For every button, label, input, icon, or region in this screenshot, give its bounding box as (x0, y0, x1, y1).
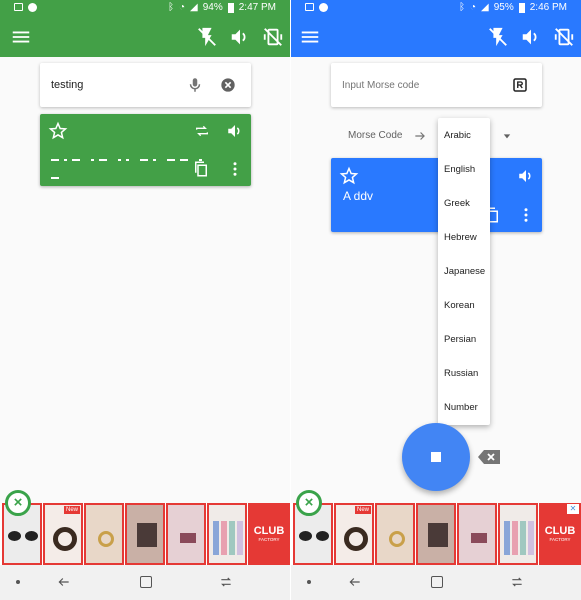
vibrate-off-icon[interactable] (262, 26, 284, 48)
flash-off-icon[interactable] (487, 26, 509, 48)
new-badge: New (354, 506, 371, 514)
speaker-icon[interactable] (517, 167, 535, 185)
clock: 2:47 PM (238, 2, 276, 13)
more-options-icon[interactable] (517, 206, 535, 224)
ad-product-ring[interactable] (375, 503, 415, 565)
image-icon (14, 3, 23, 11)
output-card: A ddv (331, 158, 542, 232)
menu-item-persian[interactable]: Persian (444, 323, 490, 357)
star-icon[interactable] (339, 166, 359, 186)
ad-product-clothes[interactable] (498, 503, 538, 565)
translation-output: A ddv (343, 189, 374, 203)
ad-product-bracelet[interactable]: New (43, 503, 83, 565)
ad-product-watch[interactable] (125, 503, 165, 565)
stop-icon (431, 452, 441, 462)
microphone-icon[interactable] (186, 76, 204, 94)
clock: 2:46 PM (529, 2, 567, 13)
signal-icon: ◢ (190, 2, 198, 13)
nav-bar (0, 565, 290, 600)
ad-product-jewelry[interactable] (166, 503, 206, 565)
nav-dot-icon[interactable] (16, 580, 20, 584)
ad-close-icon[interactable]: × (5, 490, 31, 516)
status-bar: ᛒ ◔ ◢ 94% 2:47 PM (0, 0, 290, 17)
clear-icon[interactable] (220, 77, 236, 93)
flash-off-icon[interactable] (196, 26, 218, 48)
morse-keyboard-icon[interactable] (511, 76, 529, 94)
menu-icon[interactable] (299, 26, 321, 48)
copy-icon[interactable] (192, 160, 210, 178)
battery-percent: 95% (493, 2, 514, 13)
input-card[interactable] (331, 63, 542, 107)
source-language[interactable]: Morse Code (348, 130, 402, 141)
status-bar: ᛒ ◔ ◢ 95% 2:46 PM (291, 0, 581, 17)
back-icon[interactable] (348, 575, 362, 589)
club-factory-logo[interactable]: CLUB FACTORY (248, 503, 290, 565)
wifi-icon: ◔ (178, 2, 186, 13)
wifi-icon: ◔ (469, 2, 477, 13)
battery-icon (518, 2, 525, 13)
home-icon[interactable] (431, 576, 443, 588)
output-card (40, 114, 251, 186)
recents-icon[interactable] (510, 575, 524, 589)
ad-product-bracelet[interactable]: New (334, 503, 374, 565)
star-icon[interactable] (48, 121, 68, 141)
battery-percent: 94% (202, 2, 223, 13)
notification-icon (319, 3, 328, 12)
menu-item-number[interactable]: Number (444, 391, 490, 425)
ad-x-icon[interactable]: ✕ (567, 504, 579, 514)
volume-icon[interactable] (229, 26, 251, 48)
app-bar (0, 17, 290, 57)
nav-dot-icon[interactable] (307, 580, 311, 584)
menu-item-russian[interactable]: Russian (444, 357, 490, 391)
backspace-icon[interactable] (477, 449, 501, 465)
bluetooth-icon: ᛒ (167, 2, 174, 13)
battery-icon (227, 2, 234, 13)
notification-icon (28, 3, 37, 12)
signal-icon: ◢ (481, 2, 489, 13)
ad-product-jewelry[interactable] (457, 503, 497, 565)
more-options-icon[interactable] (226, 160, 244, 178)
ad-product-ring[interactable] (84, 503, 124, 565)
image-icon (305, 3, 314, 11)
menu-item-japanese[interactable]: Japanese (444, 255, 490, 289)
vibrate-off-icon[interactable] (553, 26, 575, 48)
text-input[interactable]: testing (51, 79, 83, 91)
volume-icon[interactable] (520, 26, 542, 48)
right-screen: ᛒ ◔ ◢ 95% 2:46 PM Morse Code A ddv Arabi… (291, 0, 581, 600)
recents-icon[interactable] (219, 575, 233, 589)
menu-item-hebrew[interactable]: Hebrew (444, 221, 490, 255)
menu-icon[interactable] (10, 26, 32, 48)
input-card[interactable]: testing (40, 63, 251, 107)
menu-item-greek[interactable]: Greek (444, 187, 490, 221)
left-screen: ᛒ ◔ ◢ 94% 2:47 PM testing New CLUB FACTO… (0, 0, 290, 600)
back-icon[interactable] (57, 575, 71, 589)
menu-item-korean[interactable]: Korean (444, 289, 490, 323)
language-dropdown-menu: Arabic English Greek Hebrew Japanese Kor… (438, 118, 490, 425)
bluetooth-icon: ᛒ (458, 2, 465, 13)
ad-banner[interactable]: New CLUB FACTORY (0, 503, 290, 565)
dropdown-arrow-icon[interactable] (503, 132, 511, 140)
morse-output (51, 148, 211, 179)
repeat-icon[interactable] (194, 123, 210, 139)
ad-product-clothes[interactable] (207, 503, 247, 565)
new-badge: New (63, 506, 80, 514)
home-icon[interactable] (140, 576, 152, 588)
menu-item-english[interactable]: English (444, 153, 490, 187)
menu-item-arabic[interactable]: Arabic (444, 119, 490, 153)
app-bar (291, 17, 581, 57)
speaker-icon[interactable] (226, 122, 244, 140)
morse-key-button[interactable] (402, 423, 470, 491)
ad-banner[interactable]: New CLUB FACTORY ✕ (291, 503, 581, 565)
morse-input[interactable] (342, 76, 502, 94)
ad-close-icon[interactable]: × (296, 490, 322, 516)
arrow-right-icon (415, 132, 425, 140)
nav-bar (291, 565, 581, 600)
ad-product-watch[interactable] (416, 503, 456, 565)
